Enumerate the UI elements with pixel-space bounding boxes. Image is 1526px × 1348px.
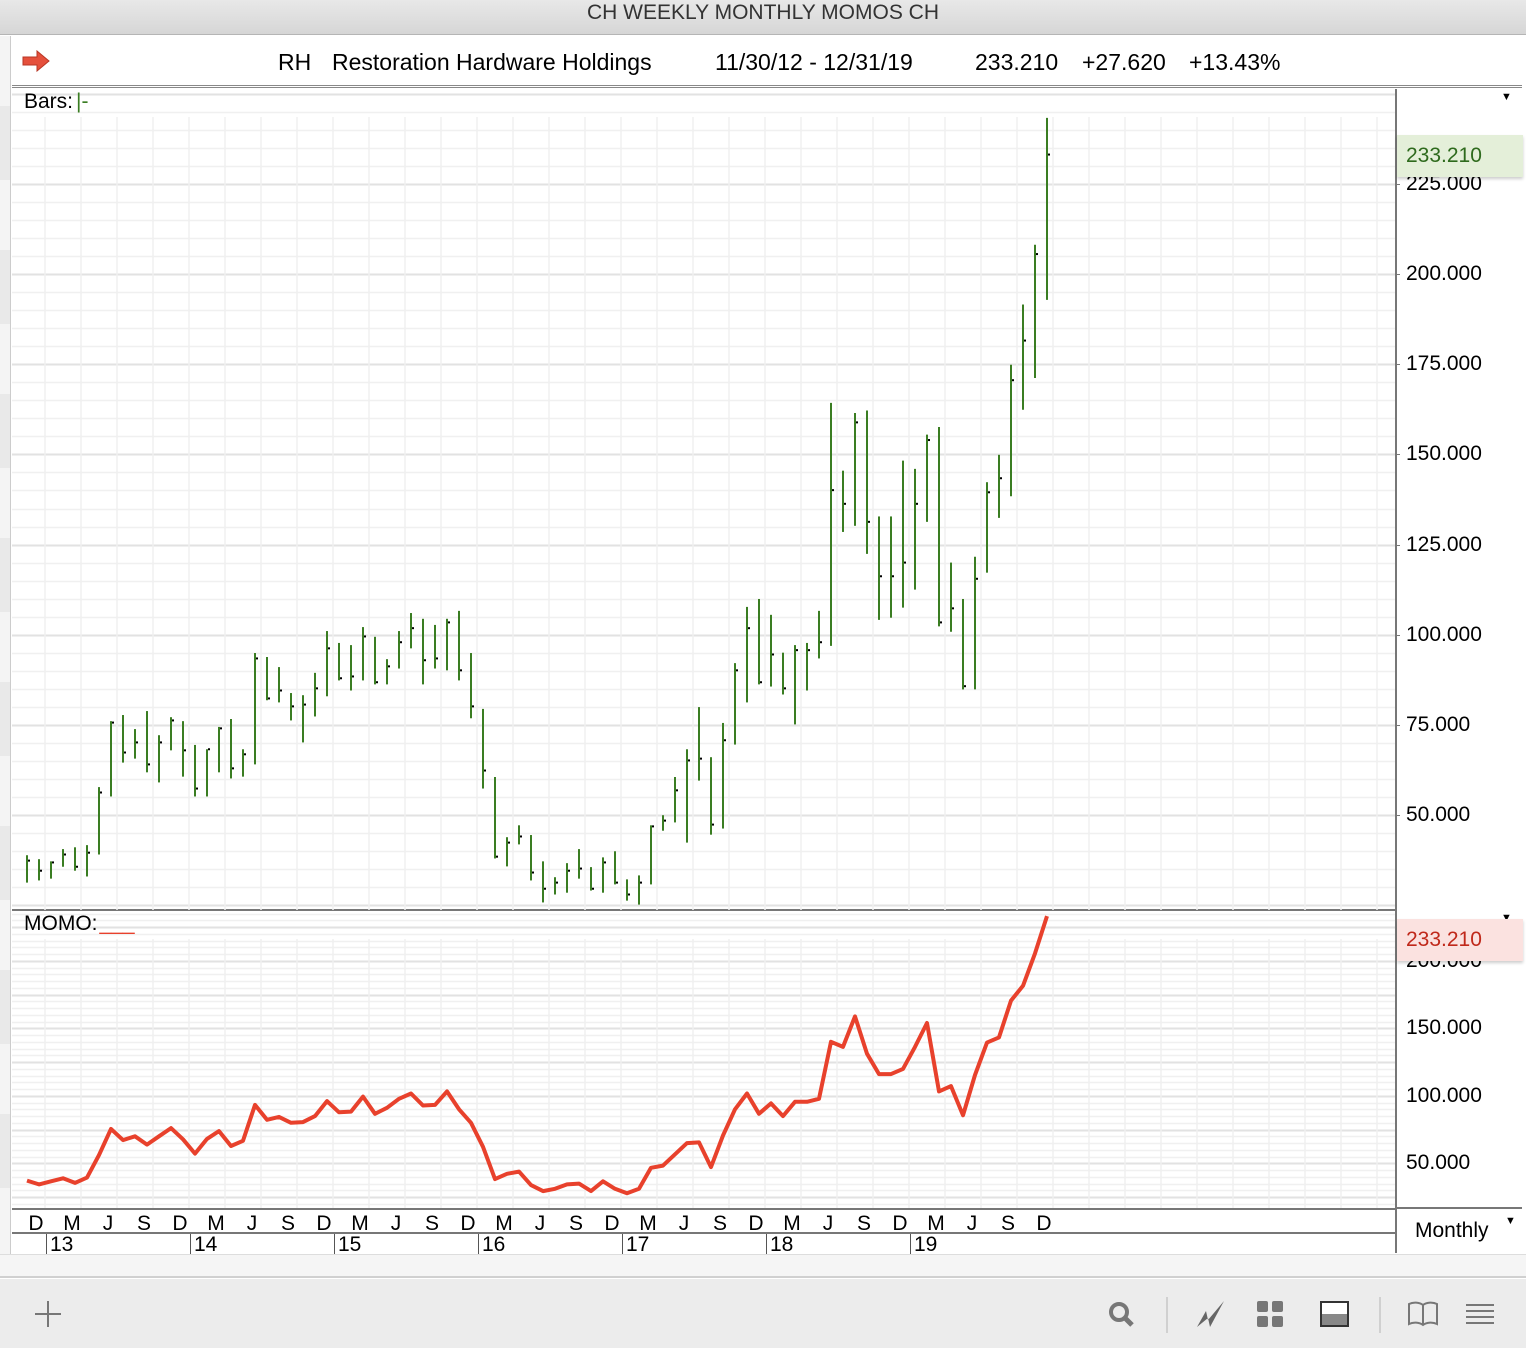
price-change: +27.620 [1082,49,1166,75]
date-axis: D M J S D M J S D M J S D M J S D M J S D M J S D M J S D 13 14 15 16 17 1… [12,1208,1395,1255]
symbol: RH [278,49,312,75]
month-tick-label: S [280,1212,296,1235]
year-tick-label: 19 [910,1234,937,1255]
month-tick-label: D [28,1212,44,1235]
grid-icon[interactable] [1253,1297,1287,1331]
momo-panel[interactable]: MOMO:___ [12,911,1395,1209]
period-dropdown-icon[interactable]: ▼ [1505,1215,1516,1227]
year-tick-label: 18 [766,1234,793,1255]
momo-style-glyph: ___ [99,912,135,935]
month-tick-label: D [748,1212,764,1235]
add-icon[interactable] [31,1297,65,1331]
bottom-toolbar [0,1279,1526,1348]
toolbar-separator [1379,1297,1381,1333]
momo-line-chart [12,913,1395,1208]
last-momo-marker: 233.210 [1397,919,1523,961]
spacer [0,1254,1526,1278]
month-tick-label: J [390,1212,402,1235]
month-tick-label: D [460,1212,476,1235]
month-tick-label: S [1000,1212,1016,1235]
year-tick-label: 13 [46,1234,73,1255]
panel-layout-icon[interactable] [1318,1297,1352,1331]
bars-label: Bars: [24,90,74,113]
momo-panel-label: MOMO:___ [24,912,135,936]
last-price: 233.210 [975,49,1059,75]
month-tick-label: D [892,1212,908,1235]
left-sidebar-strip [0,36,11,1254]
month-tick-label: J [534,1212,546,1235]
month-tick-label: S [136,1212,152,1235]
momo-y-tick-label: 50.000 [1406,1151,1471,1175]
month-tick-label: S [856,1212,872,1235]
price-change-percent: +13.43% [1189,49,1281,75]
month-tick-label: J [246,1212,258,1235]
menu-icon[interactable] [1463,1297,1497,1331]
price-bars-chart [12,93,1395,910]
year-tick-label: 16 [478,1234,505,1255]
month-tick-label: J [102,1212,114,1235]
price-y-tick-label: 175.000 [1406,352,1482,376]
window-title: CH WEEKLY MONTHLY MOMOS CH [587,1,939,24]
period-select[interactable]: Monthly [1415,1219,1489,1243]
momo-y-tick-label: 100.000 [1406,1083,1482,1107]
month-tick-label: J [966,1212,978,1235]
momo-line [26,915,1049,1196]
price-panel-dropdown-icon[interactable]: ▼ [1501,91,1512,103]
month-tick-label: J [822,1212,834,1235]
price-y-tick-label: 150.000 [1406,442,1482,466]
price-y-tick-label: 50.000 [1406,802,1471,826]
y-tick [1395,814,1400,816]
price-y-tick-label: 200.000 [1406,262,1482,286]
month-tick-label: D [172,1212,188,1235]
month-tick-label: D [604,1212,620,1235]
chart-line-icon[interactable] [1194,1297,1228,1331]
month-tick-label: D [1036,1212,1052,1235]
company-name: Restoration Hardware Holdings [332,49,652,75]
month-tick-label: S [712,1212,728,1235]
momo-y-tick-label: 150.000 [1406,1016,1482,1040]
y-tick [1395,454,1400,456]
y-tick [1395,184,1400,186]
date-range: 11/30/12 - 12/31/19 [715,49,913,75]
momo-label: MOMO: [24,912,98,935]
toolbar-separator [1166,1297,1168,1333]
price-panel[interactable]: Bars: |- [12,89,1395,911]
y-tick [1395,274,1400,276]
year-tick-label: 15 [334,1234,361,1255]
price-y-tick-label: 125.000 [1406,532,1482,556]
y-axis-panel: ▼ ▼ 233.210 233.210 225.000 200.000 175.00… [1395,89,1523,1253]
book-icon[interactable] [1406,1297,1440,1331]
y-tick [1395,724,1400,726]
month-tick-label: S [568,1212,584,1235]
window-title-bar: CH WEEKLY MONTHLY MOMOS CH [0,0,1526,35]
last-price-marker: 233.210 [1397,135,1523,177]
red-arrow-right-icon[interactable] [22,50,50,72]
search-icon[interactable] [1104,1297,1138,1331]
price-y-tick-label: 75.000 [1406,712,1471,736]
chart-header: RH Restoration Hardware Holdings 11/30/1… [12,36,1522,88]
bars-style-glyph: |- [76,90,89,113]
price-panel-label: Bars: |- [24,90,88,114]
year-tick-label: 14 [190,1234,217,1255]
year-tick-label: 17 [622,1234,649,1255]
month-tick-label: J [678,1212,690,1235]
y-tick [1395,544,1400,546]
month-tick-label: S [424,1212,440,1235]
month-tick-label: D [316,1212,332,1235]
y-tick [1395,634,1400,636]
y-tick [1395,364,1400,366]
price-y-tick-label: 100.000 [1406,622,1482,646]
